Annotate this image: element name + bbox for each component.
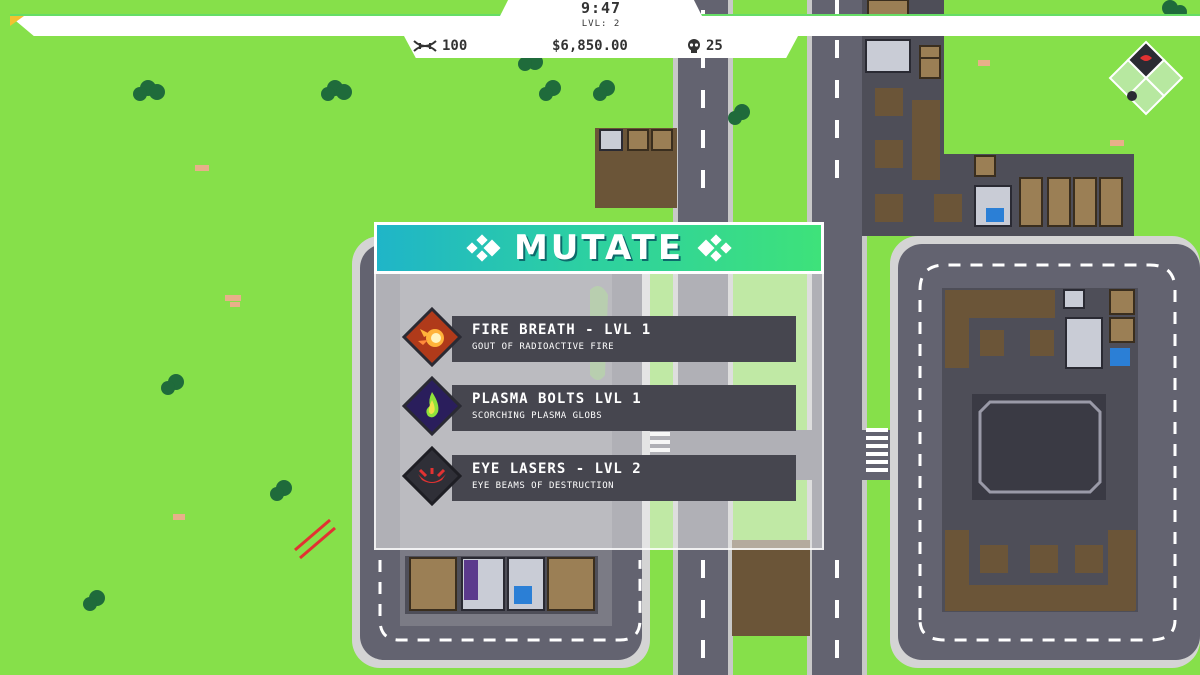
hud-money-stat: $6,850.00 [552,38,628,54]
mutation-option-plasma-bolts[interactable]: PLASMA BOLTS LVL 1 SCORCHING PLASMA GLOB… [402,376,796,436]
diamond-ornament-right-icon [697,234,732,262]
hud-dna-stat: 100 [412,38,467,54]
kill-count: 25 [706,38,723,54]
mutate-header: MUTATE [374,222,824,274]
mutate-title: MUTATE [513,228,685,268]
money-amount: $6,850.00 [552,38,628,54]
mutation-option-fire-breath[interactable]: FIRE BREATH - LVL 1 GOUT OF RADIOACTIVE … [402,307,796,367]
eye-laser-icon [402,446,462,506]
mutation-option-eye-lasers[interactable]: EYE LASERS - LVL 2 EYE BEAMS OF DESTRUCT… [402,446,796,506]
fire-breath-icon [402,307,462,367]
dna-icon [413,40,437,52]
diamond-ornament-left-icon [466,234,501,262]
option-title: PLASMA BOLTS LVL 1 [472,391,642,407]
skull-icon [688,39,700,53]
option-description: SCORCHING PLASMA GLOBS [472,411,603,421]
hud-timer: 9:47 [580,0,622,17]
hud-level: LVL: 2 [581,19,621,29]
option-title: EYE LASERS - LVL 2 [472,461,642,477]
plasma-bolt-icon [402,376,462,436]
option-description: GOUT OF RADIOACTIVE FIRE [472,342,615,352]
option-description: EYE BEAMS OF DESTRUCTION [472,481,615,491]
hud-kills-stat: 25 [686,38,723,54]
minimap-compass[interactable] [1106,40,1186,120]
option-title: FIRE BREATH - LVL 1 [472,322,652,338]
dna-count: 100 [442,38,468,54]
